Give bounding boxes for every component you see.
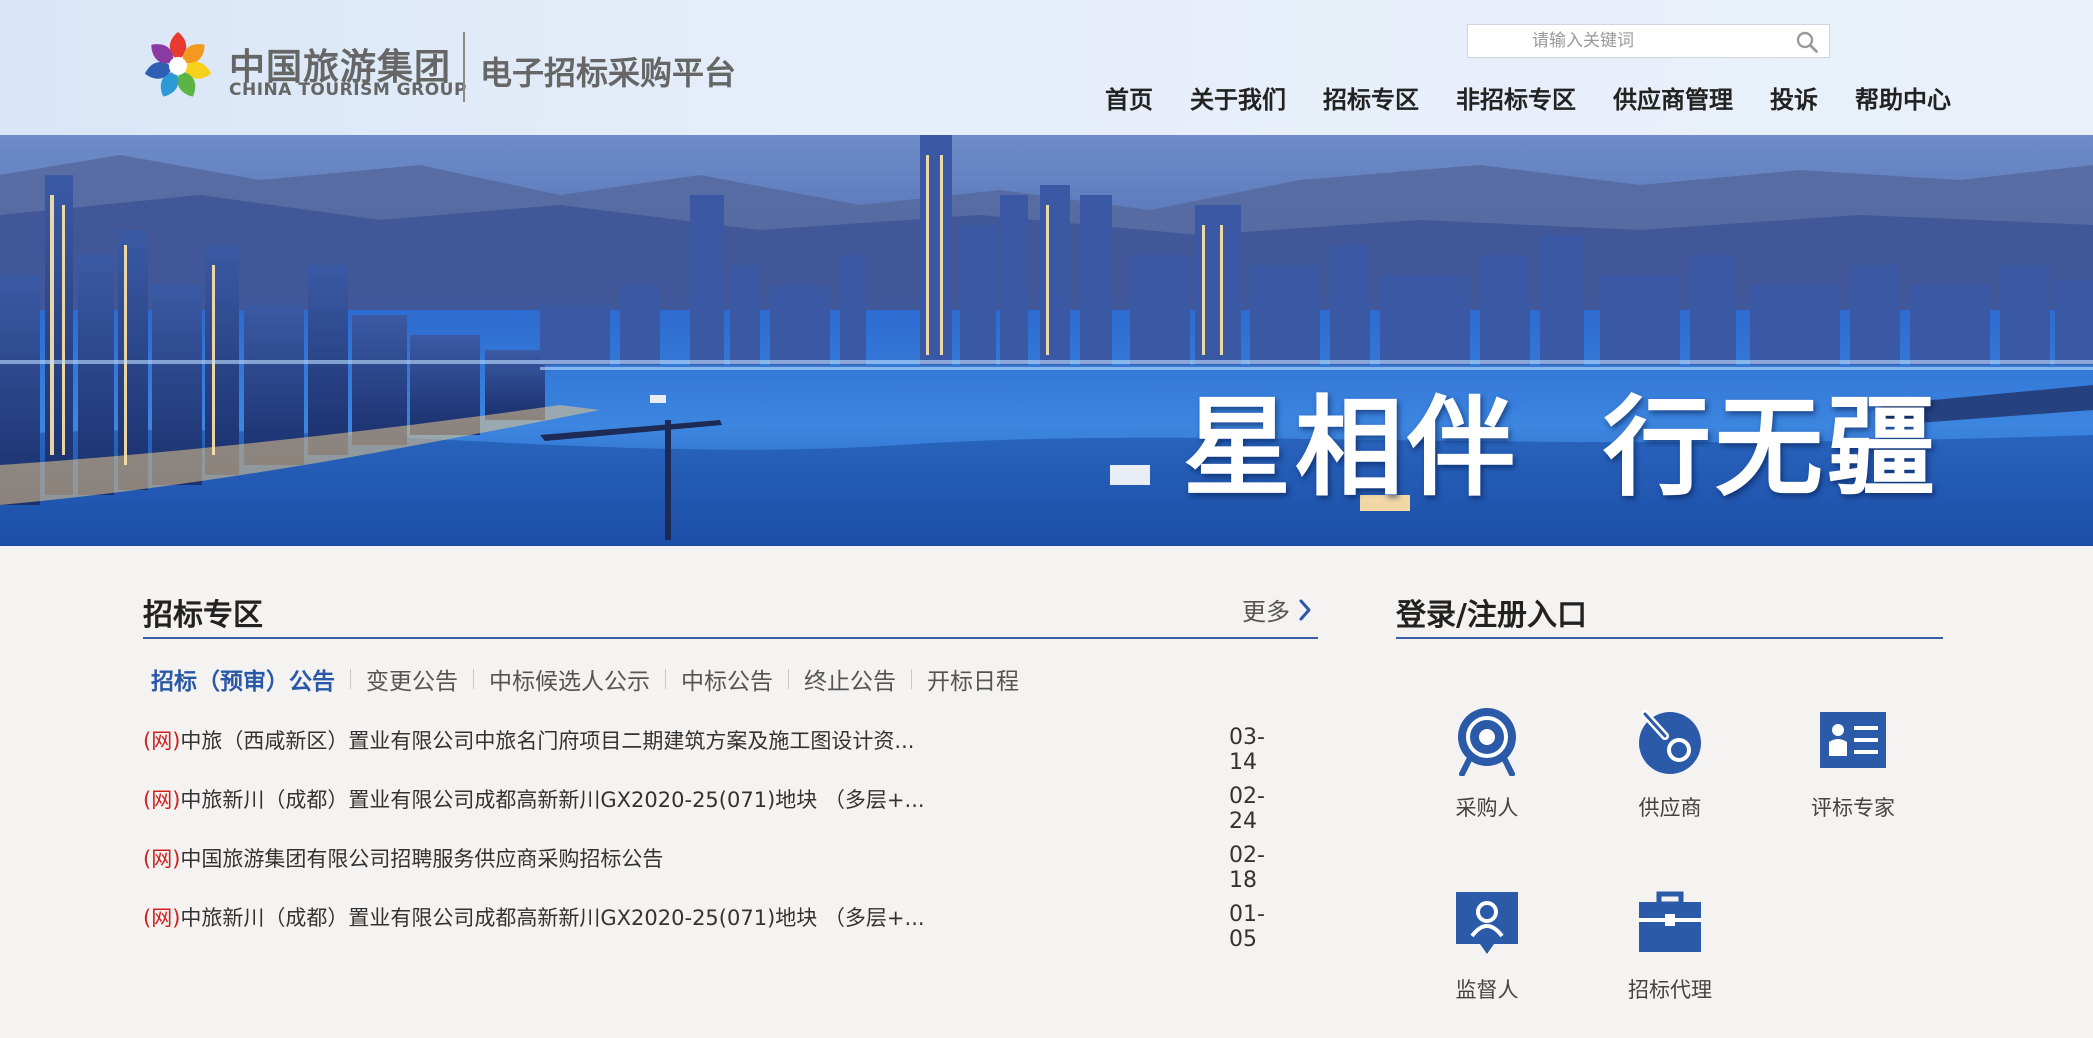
notice-date: 02-18 [1229,843,1265,893]
entry-supervisor[interactable]: 监督人 [1417,888,1557,1004]
notice-date: 03-14 [1229,725,1265,775]
tab-opening-schedule[interactable]: 开标日程 [927,662,1019,696]
notice-prefix: (网) [143,847,181,871]
agent-icon [1639,891,1701,952]
logo-divider [463,32,465,102]
search-box [1467,24,1830,58]
bidding-section-title: 招标专区 [143,598,263,633]
tab-winning-announcement[interactable]: 中标公告 [681,662,773,696]
supervisor-icon [1456,892,1518,954]
entry-label: 评标专家 [1811,796,1895,820]
tab-change-announcement[interactable]: 变更公告 [366,662,458,696]
nav-bidding-zone[interactable]: 招标专区 [1323,80,1419,115]
login-section-title: 登录/注册入口 [1396,598,1587,633]
notice-title: 中旅（西咸新区）置业有限公司中旅名门府项目二期建筑方案及施工图设计资... [180,729,915,753]
site-header: 中国旅游集团 CHINA TOURISM GROUP 电子招标采购平台 首页 关… [0,0,2093,135]
chevron-right-icon [1299,599,1311,620]
search-icon[interactable] [1795,30,1819,54]
nav-help-center[interactable]: 帮助中心 [1855,80,1951,115]
notice-prefix: (网) [143,788,181,812]
china-tourism-group-logo-icon[interactable] [142,30,214,102]
supplier-icon [1639,710,1701,774]
tab-termination-announcement[interactable]: 终止公告 [804,662,896,696]
notice-row[interactable]: (网)中旅新川（成都）置业有限公司成都高新新川GX2020-25(071)地块 … [143,902,1288,952]
tab-winning-candidate[interactable]: 中标候选人公示 [489,662,650,696]
entry-purchaser[interactable]: 采购人 [1417,706,1557,822]
more-label: 更多 [1242,598,1290,626]
nav-supplier-management[interactable]: 供应商管理 [1613,80,1733,115]
nav-about-us[interactable]: 关于我们 [1190,80,1286,115]
tab-separator [788,669,789,689]
entry-label: 供应商 [1638,796,1702,820]
hero-banner[interactable]: 星相伴 行无疆 [0,135,2093,546]
notice-prefix: (网) [143,906,181,930]
entry-label: 招标代理 [1628,978,1712,1002]
notice-date: 02-24 [1229,784,1265,834]
search-input[interactable] [1468,25,1778,57]
notice-title: 中旅新川（成都）置业有限公司成都高新新川GX2020-25(071)地块 （多层… [180,788,925,812]
tab-separator [665,669,666,689]
notice-date: 01-05 [1229,902,1265,952]
notice-title: 中旅新川（成都）置业有限公司成都高新新川GX2020-25(071)地块 （多层… [180,906,925,930]
nav-home[interactable]: 首页 [1105,80,1153,115]
more-link[interactable]: 更多 [1242,592,1312,627]
banner-slogan-right: 行无疆 [1603,386,1940,511]
logo-english-name: CHINA TOURISM GROUP [229,80,467,100]
main-nav: 首页 关于我们 招标专区 非招标专区 供应商管理 投诉 帮助中心 [1105,80,1951,115]
entry-label: 监督人 [1455,978,1519,1002]
notice-title: 中国旅游集团有限公司招聘服务供应商采购招标公告 [180,847,664,871]
expert-icon [1820,712,1886,768]
purchaser-icon [1458,708,1516,777]
tab-separator [911,669,912,689]
platform-title: 电子招标采购平台 [480,54,737,92]
bidding-section-divider [143,637,1318,639]
tab-bidding-announcement[interactable]: 招标（预审）公告 [151,662,335,696]
entry-label: 采购人 [1455,796,1519,820]
entry-supplier[interactable]: 供应商 [1600,706,1740,822]
tab-separator [350,669,351,689]
notice-row[interactable]: (网)中旅（西咸新区）置业有限公司中旅名门府项目二期建筑方案及施工图设计资...… [143,725,1288,775]
notice-prefix: (网) [143,729,181,753]
entry-expert[interactable]: 评标专家 [1783,706,1923,822]
tab-separator [473,669,474,689]
login-section-divider [1396,637,1943,639]
notice-row[interactable]: (网)中旅新川（成都）置业有限公司成都高新新川GX2020-25(071)地块 … [143,784,1288,834]
nav-complaint[interactable]: 投诉 [1770,80,1818,115]
bidding-tabs: 招标（预审）公告 变更公告 中标候选人公示 中标公告 终止公告 开标日程 [151,662,1019,696]
nav-non-bidding-zone[interactable]: 非招标专区 [1456,80,1576,115]
notice-row[interactable]: (网)中国旅游集团有限公司招聘服务供应商采购招标公告 02-18 [143,843,1288,893]
entry-agent[interactable]: 招标代理 [1600,888,1740,1004]
banner-slogan-left: 星相伴 [1183,386,1520,511]
